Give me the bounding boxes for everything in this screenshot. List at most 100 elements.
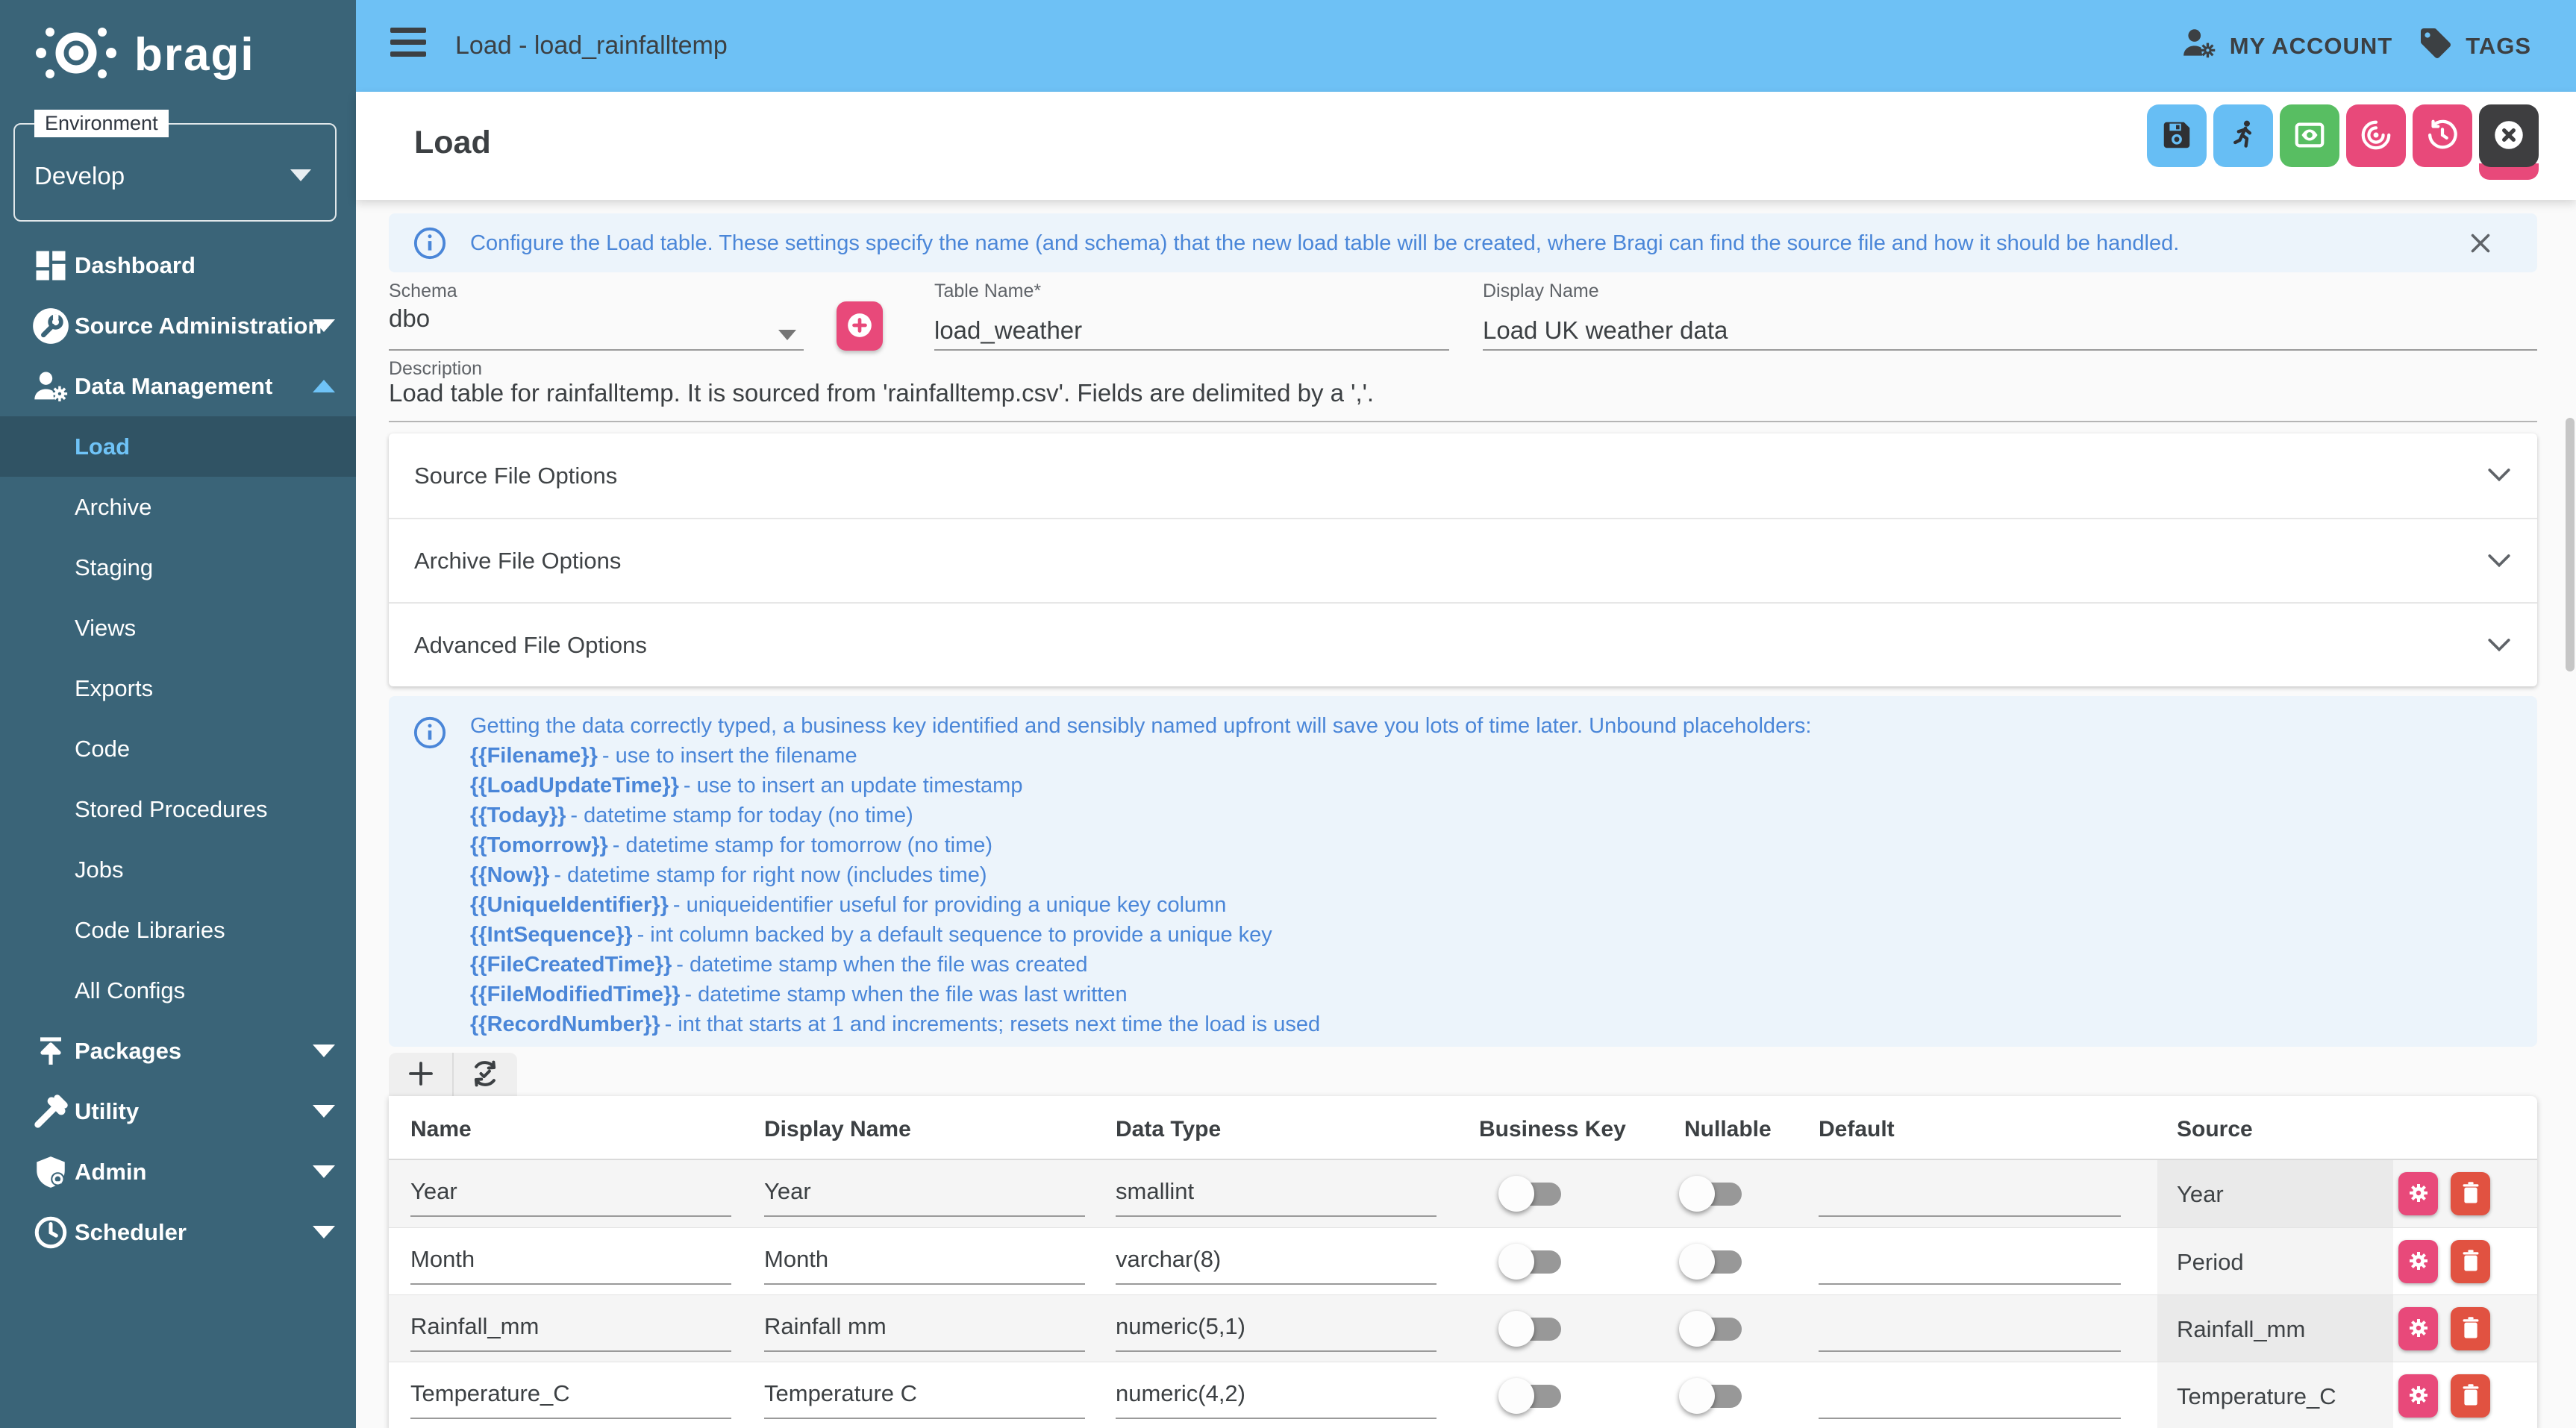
sidebar-item-code-libraries[interactable]: Code Libraries [0,900,356,960]
sidebar-item-data-management[interactable]: Data Management [0,356,356,416]
name-cell[interactable] [410,1303,731,1352]
preview-button[interactable] [2280,104,2339,167]
description-field[interactable] [389,357,2537,422]
page-header: Load [356,92,2576,200]
sidebar-item-scheduler[interactable]: Scheduler [0,1202,356,1262]
section-source-file-options[interactable]: Source File Options [389,433,2537,518]
column-header-data-type: Data Type [1116,1117,1221,1142]
table-row: Period [389,1227,2537,1294]
default-cell[interactable] [1819,1303,2121,1352]
section-archive-file-options[interactable]: Archive File Options [389,518,2537,602]
target-button[interactable] [2346,104,2406,167]
column-header-name: Name [410,1117,472,1142]
name-cell[interactable] [410,1168,731,1217]
add-column-button[interactable] [389,1053,452,1096]
column-settings-button[interactable] [2398,1374,2438,1418]
history-button[interactable] [2413,104,2472,167]
sync-columns-button[interactable] [452,1053,516,1096]
sidebar-item-admin[interactable]: Admin [0,1142,356,1202]
banner-close-icon[interactable] [2467,230,2494,260]
file-options-accordion: Source File Options Archive File Options… [389,433,2537,686]
chevron-down-icon [2486,552,2512,574]
sidebar-item-archive[interactable]: Archive [0,477,356,537]
app-root: bragi Environment Develop Dashboard Sour… [0,0,2576,1428]
runner-icon [2226,118,2260,154]
hamburger-menu-icon[interactable] [390,28,426,63]
display-name-cell[interactable] [764,1370,1085,1419]
close-button[interactable] [2479,104,2539,167]
placeholder-item: {{Filename}}- use to insert the filename [470,741,2537,771]
sidebar-item-all-configs[interactable]: All Configs [0,960,356,1021]
section-advanced-file-options[interactable]: Advanced File Options [389,602,2537,686]
delete-column-button[interactable] [2451,1307,2490,1350]
source-value: Year [2177,1181,2224,1208]
default-cell[interactable] [1819,1168,2121,1217]
placeholder-item: {{Today}}- datetime stamp for today (no … [470,801,2537,830]
sidebar-item-stored-procedures[interactable]: Stored Procedures [0,779,356,839]
placeholders-info: Getting the data correctly typed, a busi… [389,696,2537,1047]
source-value: Temperature_C [2177,1383,2336,1410]
business-key-toggle[interactable] [1498,1311,1567,1347]
column-settings-button[interactable] [2398,1172,2438,1215]
sidebar-item-exports[interactable]: Exports [0,658,356,718]
default-cell[interactable] [1819,1236,2121,1285]
display-name-cell[interactable] [764,1236,1085,1285]
column-settings-button[interactable] [2398,1240,2438,1283]
sidebar-item-staging[interactable]: Staging [0,537,356,598]
name-cell[interactable] [410,1236,731,1285]
business-key-toggle[interactable] [1498,1176,1567,1212]
add-schema-button[interactable] [837,301,883,351]
column-settings-button[interactable] [2398,1307,2438,1350]
nullable-toggle[interactable] [1679,1244,1748,1280]
display-name-field[interactable] [1483,304,2537,351]
business-key-toggle[interactable] [1498,1378,1567,1414]
environment-select[interactable]: Environment Develop [13,123,337,222]
content: Configure the Load table. These settings… [356,200,2576,1428]
business-key-toggle[interactable] [1498,1244,1567,1280]
data-type-cell[interactable] [1116,1370,1437,1419]
sidebar-item-jobs[interactable]: Jobs [0,839,356,900]
display-name-cell[interactable] [764,1303,1085,1352]
delete-column-button[interactable] [2451,1374,2490,1418]
data-type-cell[interactable] [1116,1168,1437,1217]
tags-button[interactable]: TAGS [2418,25,2531,67]
name-cell[interactable] [410,1370,731,1419]
sidebar-item-load[interactable]: Load [0,416,356,477]
placeholder-item: {{Now}}- datetime stamp for right now (i… [470,860,2537,890]
save-button[interactable] [2147,104,2207,167]
column-header-source: Source [2177,1117,2253,1142]
nullable-toggle[interactable] [1679,1311,1748,1347]
chevron-down-icon [2486,636,2512,658]
trash-icon [2460,1383,2482,1409]
tag-icon [2418,25,2454,67]
nullable-toggle[interactable] [1679,1176,1748,1212]
info-banner: Configure the Load table. These settings… [389,213,2537,272]
schema-select[interactable]: dbo [389,304,804,351]
table-name-field[interactable] [934,304,1449,351]
sidebar-item-dashboard[interactable]: Dashboard [0,235,356,295]
data-type-cell[interactable] [1116,1236,1437,1285]
sidebar-item-code[interactable]: Code [0,718,356,779]
table-row: Rainfall_mm [389,1294,2537,1362]
default-cell[interactable] [1819,1370,2121,1419]
brand-name: bragi [134,28,255,81]
dashboard-icon [30,245,72,286]
sidebar-item-views[interactable]: Views [0,598,356,658]
my-account-button[interactable]: MY ACCOUNT [2180,25,2392,68]
data-type-cell[interactable] [1116,1303,1437,1352]
sidebar-item-source-administration[interactable]: Source Administration [0,295,356,356]
sidebar-item-packages[interactable]: Packages [0,1021,356,1081]
delete-column-button[interactable] [2451,1172,2490,1215]
run-button[interactable] [2213,104,2273,167]
trash-icon [2460,1249,2482,1275]
columns-toolbar [389,1053,517,1096]
delete-column-button[interactable] [2451,1240,2490,1283]
display-name-cell[interactable] [764,1168,1085,1217]
info-icon [413,226,447,264]
sidebar-item-utility[interactable]: Utility [0,1081,356,1142]
nullable-toggle[interactable] [1679,1378,1748,1414]
user-gear-icon [30,366,72,407]
plus-icon [405,1058,437,1092]
vertical-scrollbar[interactable] [2566,418,2575,671]
upload-icon [30,1030,72,1072]
